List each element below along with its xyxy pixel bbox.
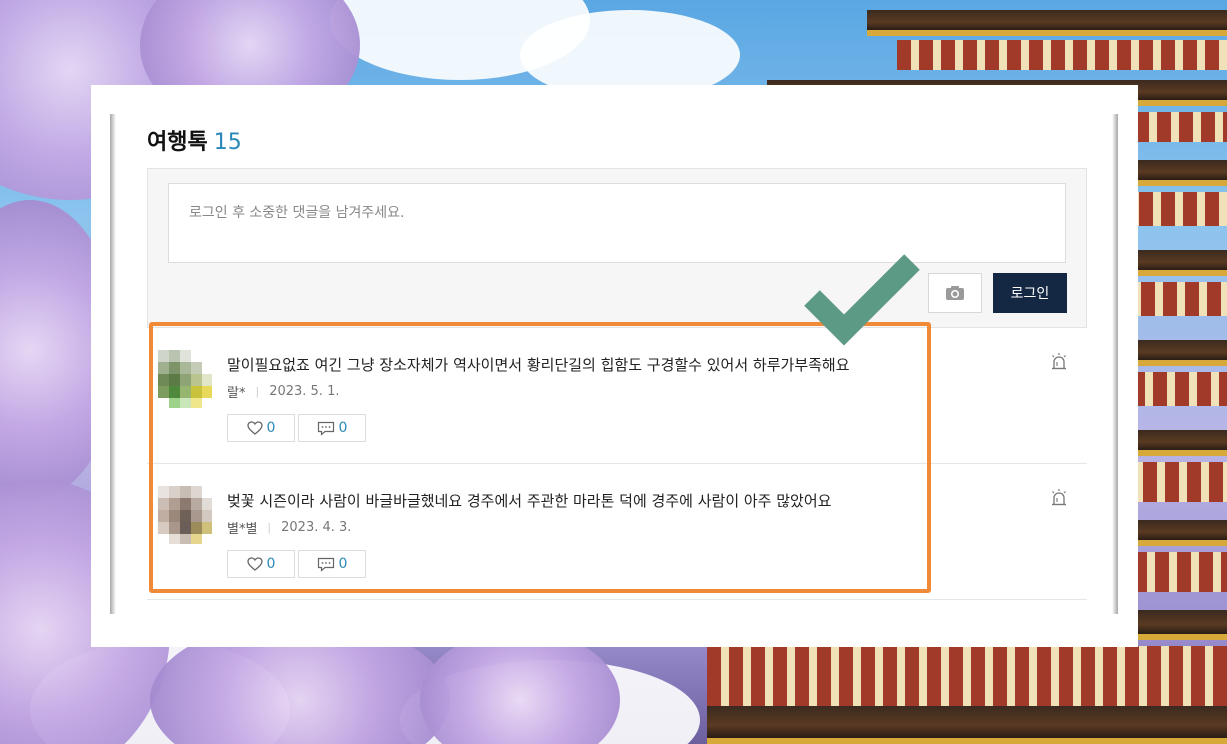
siren-report-icon[interactable] [1049, 488, 1069, 508]
section-header: 여행톡 15 [147, 124, 242, 156]
highlight-annotation-box [149, 322, 931, 593]
login-button[interactable]: 로그인 [993, 273, 1067, 313]
card-edge-shadow-left [110, 114, 116, 614]
comment-input[interactable]: 로그인 후 소중한 댓글을 남겨주세요. [168, 183, 1066, 263]
comment-form: 로그인 후 소중한 댓글을 남겨주세요. 로그인 [147, 168, 1087, 328]
more-comments-strip [147, 599, 1087, 619]
comment-count: 15 [213, 130, 242, 155]
camera-icon [946, 286, 964, 300]
section-title: 여행톡 [147, 130, 208, 155]
siren-report-icon[interactable] [1049, 352, 1069, 372]
card-edge-shadow-right [1112, 114, 1118, 614]
checkmark-icon [804, 254, 920, 346]
photo-upload-button[interactable] [928, 273, 982, 313]
